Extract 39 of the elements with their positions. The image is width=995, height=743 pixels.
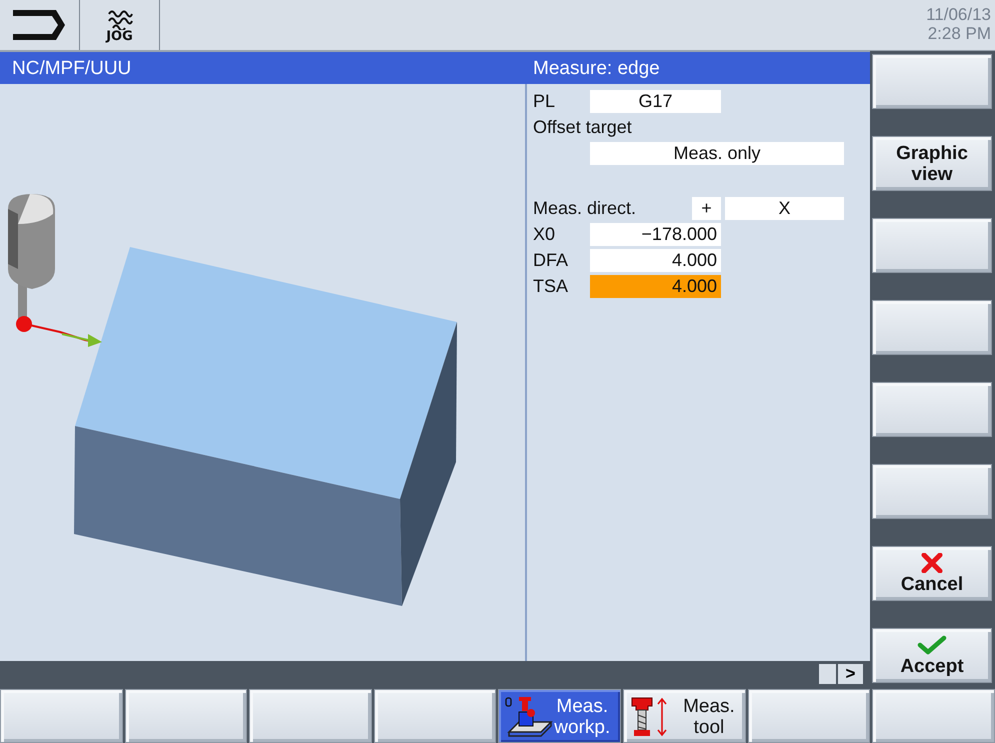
- field-label: PL: [533, 90, 556, 112]
- accept-softkey[interactable]: Accept: [872, 628, 992, 683]
- softkey[interactable]: [124, 689, 248, 743]
- softkey[interactable]: [0, 689, 123, 743]
- wave-icon: [106, 8, 132, 30]
- date-text: 11/06/13: [926, 5, 991, 24]
- softkey[interactable]: [872, 300, 992, 355]
- input-field[interactable]: −178.000: [590, 223, 721, 246]
- program-path: NC/MPF/UUU: [11, 57, 132, 81]
- measure-workpiece-softkey[interactable]: Meas. workp.: [498, 689, 622, 743]
- input-field[interactable]: 4.000: [590, 249, 721, 272]
- cancel-softkey[interactable]: Cancel: [872, 546, 992, 601]
- measure-tool-softkey[interactable]: Meas. tool: [623, 689, 746, 743]
- scroll-right-button[interactable]: >: [838, 664, 863, 684]
- input-field[interactable]: 4.000: [590, 275, 721, 298]
- check-icon: [917, 634, 947, 654]
- softkey[interactable]: [872, 464, 992, 519]
- softkey[interactable]: [249, 689, 372, 743]
- field-label: TSA: [533, 275, 570, 297]
- input-field[interactable]: G17: [590, 90, 721, 113]
- softkey[interactable]: [872, 54, 992, 109]
- dialog-title: Measure: edge: [532, 57, 660, 81]
- cross-icon: [921, 552, 943, 572]
- softkey[interactable]: [872, 382, 992, 437]
- sign-field[interactable]: +: [692, 197, 721, 220]
- input-field[interactable]: Meas. only: [590, 142, 844, 165]
- softkey[interactable]: [872, 689, 995, 743]
- scroll-track: [819, 664, 836, 684]
- graphic-view-softkey[interactable]: Graphic view: [872, 136, 992, 191]
- axis-field[interactable]: X: [725, 197, 844, 220]
- workpiece-probe-icon: [505, 696, 554, 738]
- field-label: DFA: [533, 249, 570, 271]
- field-label: Offset target: [533, 116, 633, 138]
- softkey[interactable]: [872, 218, 992, 273]
- time-text: 2:28 PM: [926, 24, 991, 43]
- softkey[interactable]: [374, 689, 496, 743]
- softkey[interactable]: [748, 689, 870, 743]
- field-label: X0: [533, 223, 556, 245]
- field-label: Meas. direct.: [533, 197, 638, 219]
